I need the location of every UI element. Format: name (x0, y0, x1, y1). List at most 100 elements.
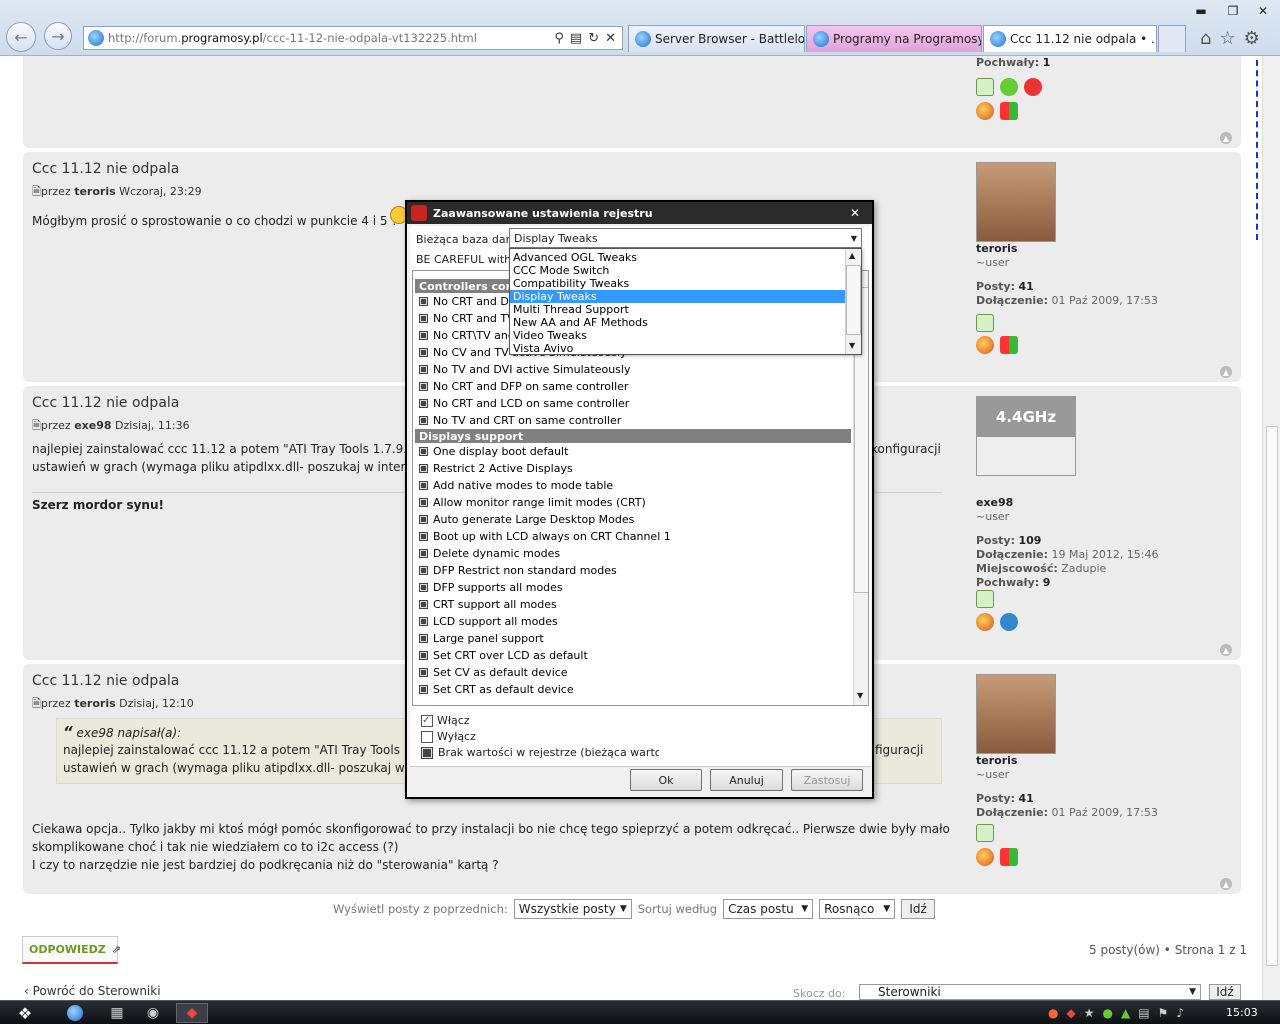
tray-icon[interactable]: ● (1048, 1006, 1058, 1020)
checkbox-icon[interactable] (419, 331, 428, 340)
tray-icon[interactable]: ▲ (1121, 1006, 1130, 1020)
sort-select[interactable]: Czas postu ▼ (723, 899, 814, 919)
checkbox-icon[interactable] (419, 685, 428, 694)
checkbox-icon[interactable] (419, 481, 428, 490)
scrollbar-thumb[interactable] (1266, 426, 1278, 966)
tweak-item[interactable]: DFP supports all modes (415, 579, 851, 596)
tab-battlelog[interactable]: Server Browser - Battlelog ... (628, 25, 805, 52)
checkbox-indeterminate-icon[interactable] (421, 746, 433, 759)
tweak-item[interactable]: Auto generate Large Desktop Modes (415, 511, 851, 528)
page-scrollbar[interactable] (1262, 56, 1280, 1000)
scroll-down-icon[interactable]: ▼ (849, 341, 855, 350)
scroll-down-icon[interactable]: ▼ (857, 691, 863, 700)
jump-select[interactable]: Sterowniki ▼ (859, 984, 1201, 1000)
new-tab-button[interactable] (1158, 25, 1186, 52)
checkbox-icon[interactable] (419, 566, 428, 575)
flag-icon[interactable]: ⚑ (1158, 1006, 1169, 1020)
dropdown-option[interactable]: Video Tweaks (510, 329, 845, 342)
apply-button[interactable]: Zastosuj (791, 769, 863, 791)
database-select[interactable]: Display Tweaks ▼ (509, 228, 862, 248)
tab-programosy[interactable]: Programy na Programosy.... (806, 25, 982, 52)
checkbox-checked-icon[interactable]: ✓ (421, 714, 433, 727)
minimize-button[interactable]: ▬ (1187, 2, 1215, 20)
option-on[interactable]: ✓ Włącz (421, 714, 470, 727)
checkbox-icon[interactable] (419, 348, 428, 357)
home-icon[interactable]: ⌂ (1200, 28, 1211, 49)
tweak-item[interactable]: No TV and CRT on same controller (415, 412, 851, 429)
checkbox-icon[interactable] (419, 600, 428, 609)
taskbar-app-button[interactable]: ◉ (142, 1003, 164, 1023)
checkbox-icon[interactable] (419, 464, 428, 473)
reply-button[interactable]: ODPOWIEDZ ⇗ (22, 936, 121, 964)
tweak-item[interactable]: LCD support all modes (415, 613, 851, 630)
database-dropdown[interactable]: Advanced OGL Tweaks CCC Mode Switch Compat… (509, 248, 862, 355)
checkbox-icon[interactable] (419, 382, 428, 391)
mail-icon[interactable] (976, 78, 994, 96)
jump-go-button[interactable]: Idź (1209, 984, 1241, 1000)
checkbox-icon[interactable] (419, 399, 428, 408)
mail-icon[interactable] (976, 824, 994, 842)
tweak-item[interactable]: No CRT and DFP on same controller (415, 378, 851, 395)
dropdown-option[interactable]: Display Tweaks (510, 290, 845, 303)
tray-icon[interactable]: ● (1102, 1006, 1112, 1020)
back-to-top-icon[interactable]: ▲ (1220, 366, 1232, 378)
checkbox-icon[interactable] (421, 730, 433, 743)
post-author[interactable]: teroris (74, 185, 115, 198)
back-link[interactable]: ‹ Powróć do Sterowniki (24, 984, 161, 998)
globe-icon[interactable] (1000, 78, 1018, 96)
tweak-item[interactable]: No TV and DVI active Simulateously (415, 361, 851, 378)
dialog-close-icon[interactable]: ✕ (844, 204, 866, 221)
checkbox-icon[interactable] (419, 314, 428, 323)
checkbox-icon[interactable] (419, 515, 428, 524)
compat-icon[interactable]: ▤ (570, 31, 582, 46)
tweak-item[interactable]: One display boot default (415, 443, 851, 460)
option-off[interactable]: Wyłącz (421, 730, 476, 743)
star-icon[interactable] (1024, 78, 1042, 96)
post-title[interactable]: Ccc 11.12 nie odpala (32, 673, 179, 689)
tweak-item[interactable]: CRT support all modes (415, 596, 851, 613)
back-to-top-icon[interactable]: ▲ (1220, 132, 1232, 144)
tweak-item[interactable]: Set CRT as default device (415, 681, 851, 698)
checkbox-icon[interactable] (419, 498, 428, 507)
checkbox-icon[interactable] (419, 651, 428, 660)
taskbar-atitray-button[interactable]: ◆ (176, 1003, 208, 1023)
checkbox-icon[interactable] (419, 583, 428, 592)
dropdown-scrollbar-thumb[interactable] (846, 265, 861, 335)
tweak-item[interactable]: Allow monitor range limit modes (CRT) (415, 494, 851, 511)
stop-icon[interactable]: ✕ (605, 31, 616, 46)
forward-button[interactable]: → (44, 22, 72, 50)
maximize-button[interactable]: ❐ (1219, 2, 1247, 20)
cancel-button[interactable]: Anuluj (710, 769, 783, 791)
sort-go-button[interactable]: Idź (901, 899, 936, 919)
tweak-item[interactable]: Set CRT over LCD as default (415, 647, 851, 664)
tweak-item[interactable]: Restrict 2 Active Displays (415, 460, 851, 477)
ok-button[interactable]: Ok (630, 769, 702, 791)
checkbox-icon[interactable] (419, 634, 428, 643)
tray-icon[interactable]: ★ (1084, 1006, 1095, 1020)
tweak-item[interactable]: Delete dynamic modes (415, 545, 851, 562)
checkbox-icon[interactable] (419, 668, 428, 677)
dropdown-option[interactable]: New AA and AF Methods (510, 316, 845, 329)
tweak-item[interactable]: Add native modes to mode table (415, 477, 851, 494)
gear-icon[interactable]: ⚙ (1244, 28, 1260, 49)
dropdown-option[interactable]: CCC Mode Switch (510, 264, 845, 277)
taskbar-explorer-button[interactable]: ▦ (106, 1003, 128, 1023)
dropdown-option[interactable]: Advanced OGL Tweaks (510, 251, 845, 264)
mail-icon[interactable] (976, 590, 994, 608)
tweak-item[interactable]: No CRT and LCD on same controller (415, 395, 851, 412)
mail-icon[interactable] (976, 314, 994, 332)
checkbox-icon[interactable] (419, 297, 428, 306)
back-to-top-icon[interactable]: ▲ (1220, 644, 1232, 656)
post-author[interactable]: exe98 (74, 419, 111, 432)
profile-name[interactable]: exe98 (976, 496, 1013, 509)
show-posts-select[interactable]: Wszystkie posty ▼ (513, 899, 632, 919)
dropdown-option[interactable]: Compatibility Tweaks (510, 277, 845, 290)
tab-current[interactable]: Ccc 11.12 nie odpala • ...✕ (983, 25, 1157, 52)
post-title[interactable]: Ccc 11.12 nie odpala (32, 161, 179, 177)
checkbox-icon[interactable] (419, 447, 428, 456)
dropdown-option[interactable]: Multi Thread Support (510, 303, 845, 316)
tweak-item[interactable]: Boot up with LCD always on CRT Channel 1 (415, 528, 851, 545)
profile-name[interactable]: teroris (976, 754, 1017, 767)
checkbox-icon[interactable] (419, 549, 428, 558)
taskbar-ie-button[interactable] (64, 1003, 86, 1023)
